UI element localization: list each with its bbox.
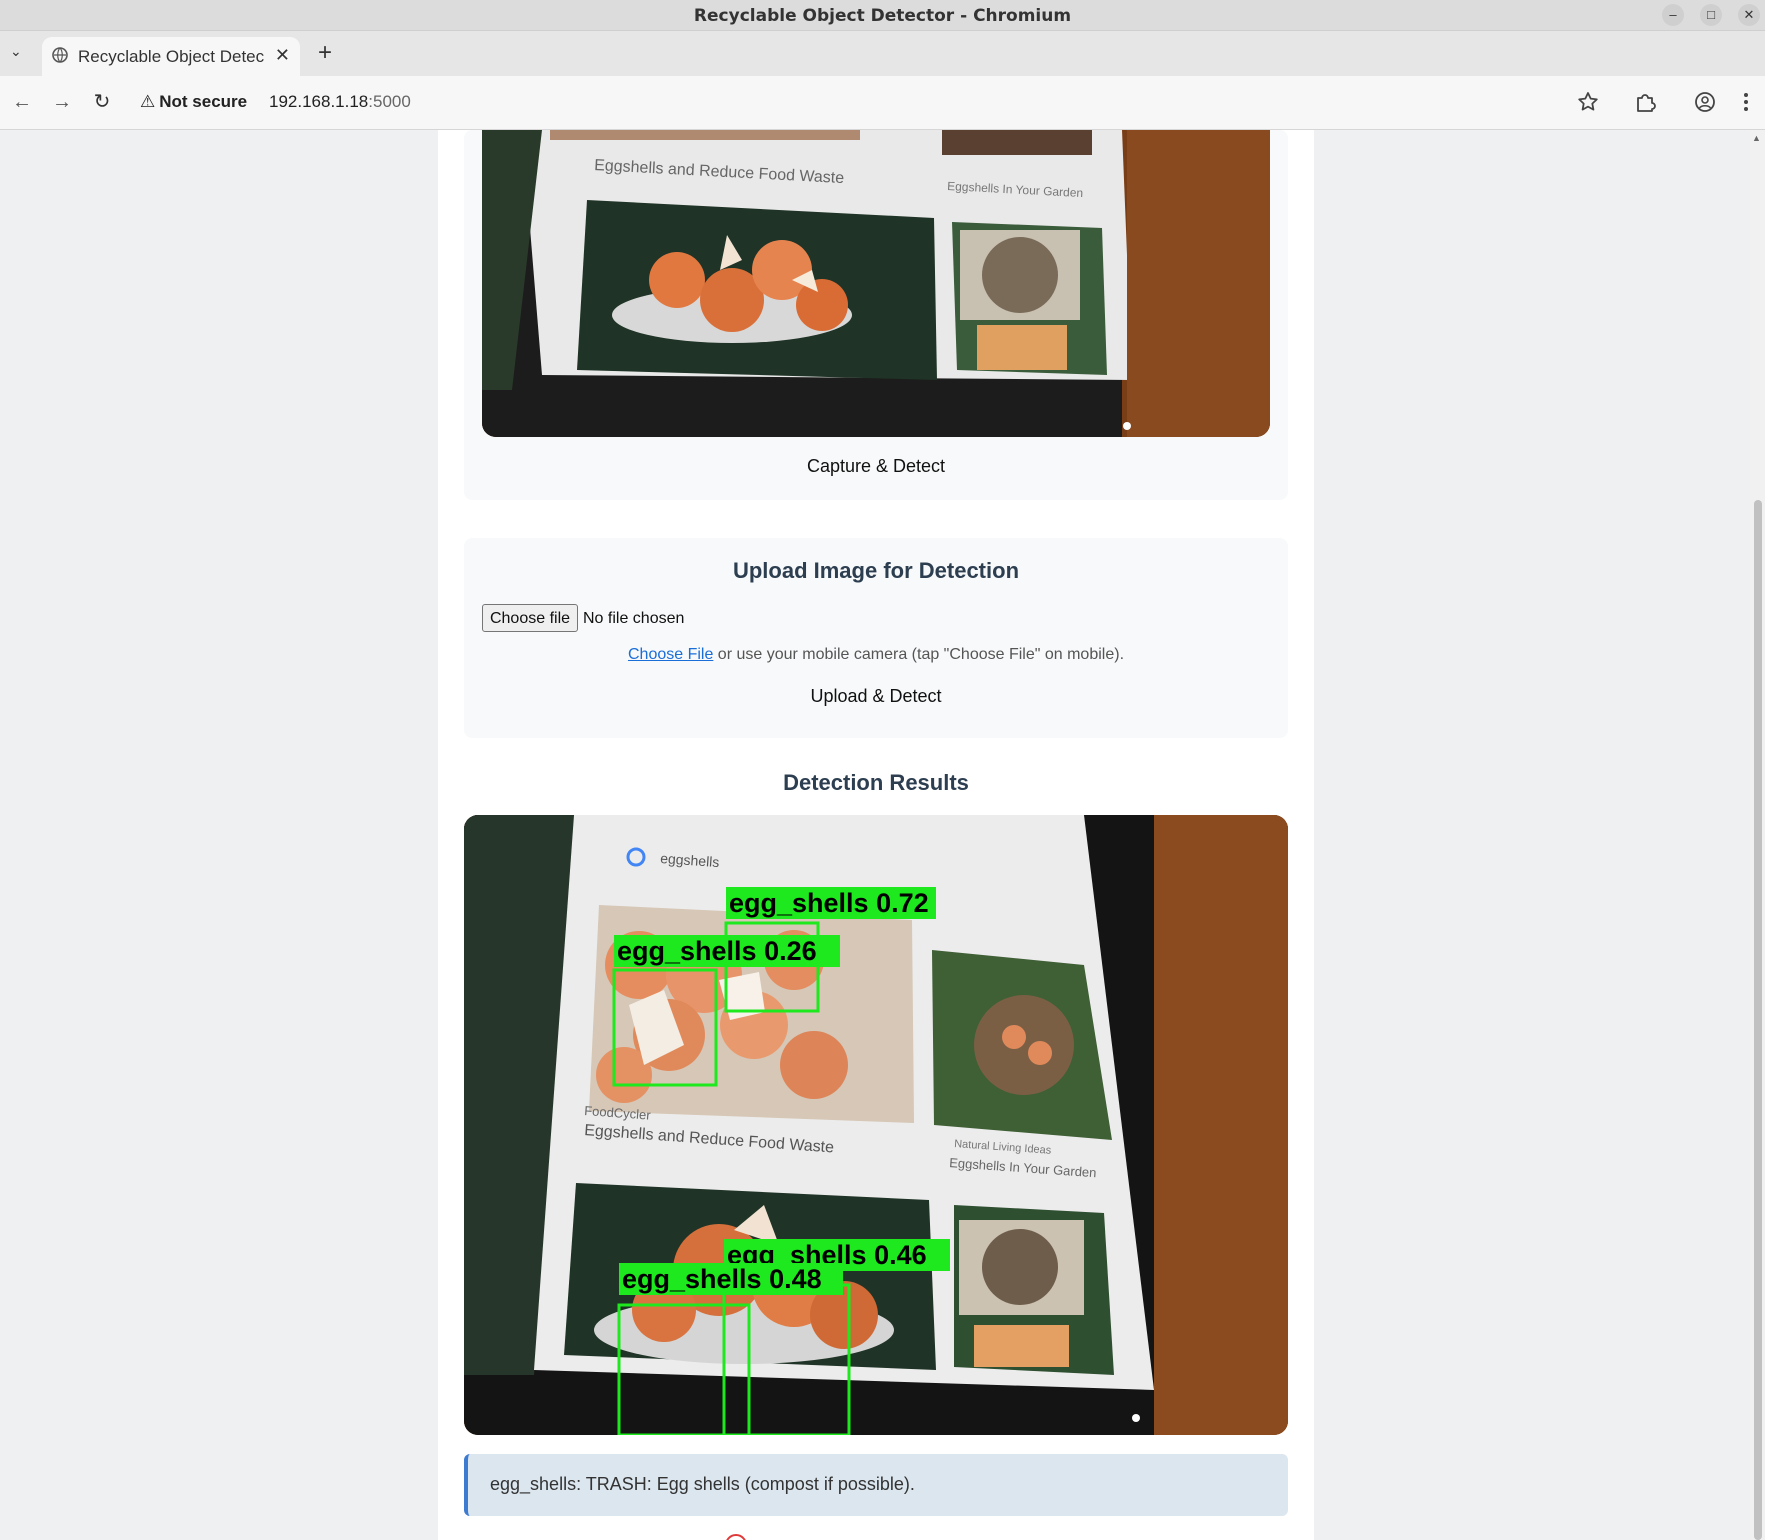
upload-hint: Choose File or use your mobile camera (t…	[464, 646, 1288, 664]
detection-label: egg_shells 0.48	[622, 1264, 822, 1294]
security-label: Not secure	[159, 92, 248, 111]
window-title-bar: Recyclable Object Detector - Chromium – …	[0, 0, 1765, 31]
camera-preview: Eggshells and Reduce Food Waste Eggshell…	[482, 130, 1270, 437]
detection-message: egg_shells: TRASH: Egg shells (compost i…	[464, 1454, 1288, 1516]
result-photo: eggshells FoodCycler Eggshells and Reduc…	[464, 815, 1288, 1435]
tab-strip: ⌄ Recyclable Object Detec ✕ +	[0, 31, 1765, 76]
detection-message-text: egg_shells: TRASH: Egg shells (compost i…	[490, 1474, 915, 1494]
extensions-icon[interactable]	[1632, 89, 1658, 115]
choose-file-link[interactable]: Choose File	[628, 646, 713, 663]
no-file-label: No file chosen	[583, 610, 685, 627]
tab-active[interactable]: Recyclable Object Detec ✕	[42, 37, 300, 76]
window-close-button[interactable]: ✕	[1738, 4, 1760, 26]
url-host: 192.168.1.18	[269, 92, 369, 111]
detection-label: egg_shells 0.72	[729, 888, 929, 918]
window-title: Recyclable Object Detector - Chromium	[693, 6, 1072, 26]
forward-button[interactable]: →	[50, 90, 74, 114]
address-bar[interactable]: 192.168.1.18:5000	[269, 92, 411, 112]
globe-icon	[52, 47, 68, 63]
page-viewport: Eggshells and Reduce Food Waste Eggshell…	[0, 130, 1750, 1540]
warning-icon: ⚠	[140, 92, 156, 111]
tab-title: Recyclable Object Detec	[78, 47, 265, 66]
minimize-button[interactable]: –	[1662, 4, 1684, 26]
security-indicator[interactable]: ⚠ Not secure	[140, 92, 247, 112]
scroll-up-arrow-icon[interactable]: ▲	[1752, 133, 1761, 143]
bookmark-star-icon[interactable]	[1575, 89, 1601, 115]
upload-hint-text: or use your mobile camera (tap "Choose F…	[713, 646, 1125, 663]
capture-detect-button[interactable]: Capture & Detect	[464, 456, 1288, 477]
scrollbar-thumb[interactable]	[1754, 500, 1762, 1540]
detection-result-image: eggshells FoodCycler Eggshells and Reduc…	[464, 815, 1288, 1435]
tab-close-icon[interactable]: ✕	[275, 45, 290, 66]
reload-button[interactable]: ↻	[90, 90, 114, 114]
upload-detect-button[interactable]: Upload & Detect	[464, 686, 1288, 707]
detection-label: egg_shells 0.26	[617, 936, 817, 966]
camera-feed-image: Eggshells and Reduce Food Waste Eggshell…	[482, 130, 1270, 437]
back-button[interactable]: ←	[10, 90, 34, 114]
results-heading: Detection Results	[783, 770, 969, 795]
url-port: :5000	[368, 92, 411, 111]
profile-icon[interactable]	[1692, 89, 1718, 115]
choose-file-button[interactable]: Choose file	[482, 604, 578, 632]
tab-list-button[interactable]: ⌄	[10, 43, 22, 60]
browser-toolbar: ← → ↻ ⚠ Not secure 192.168.1.18:5000	[0, 76, 1765, 130]
menu-icon[interactable]	[1733, 89, 1759, 115]
maximize-button[interactable]: □	[1700, 4, 1722, 26]
new-tab-button[interactable]: +	[318, 41, 332, 65]
upload-heading: Upload Image for Detection	[732, 558, 1020, 583]
